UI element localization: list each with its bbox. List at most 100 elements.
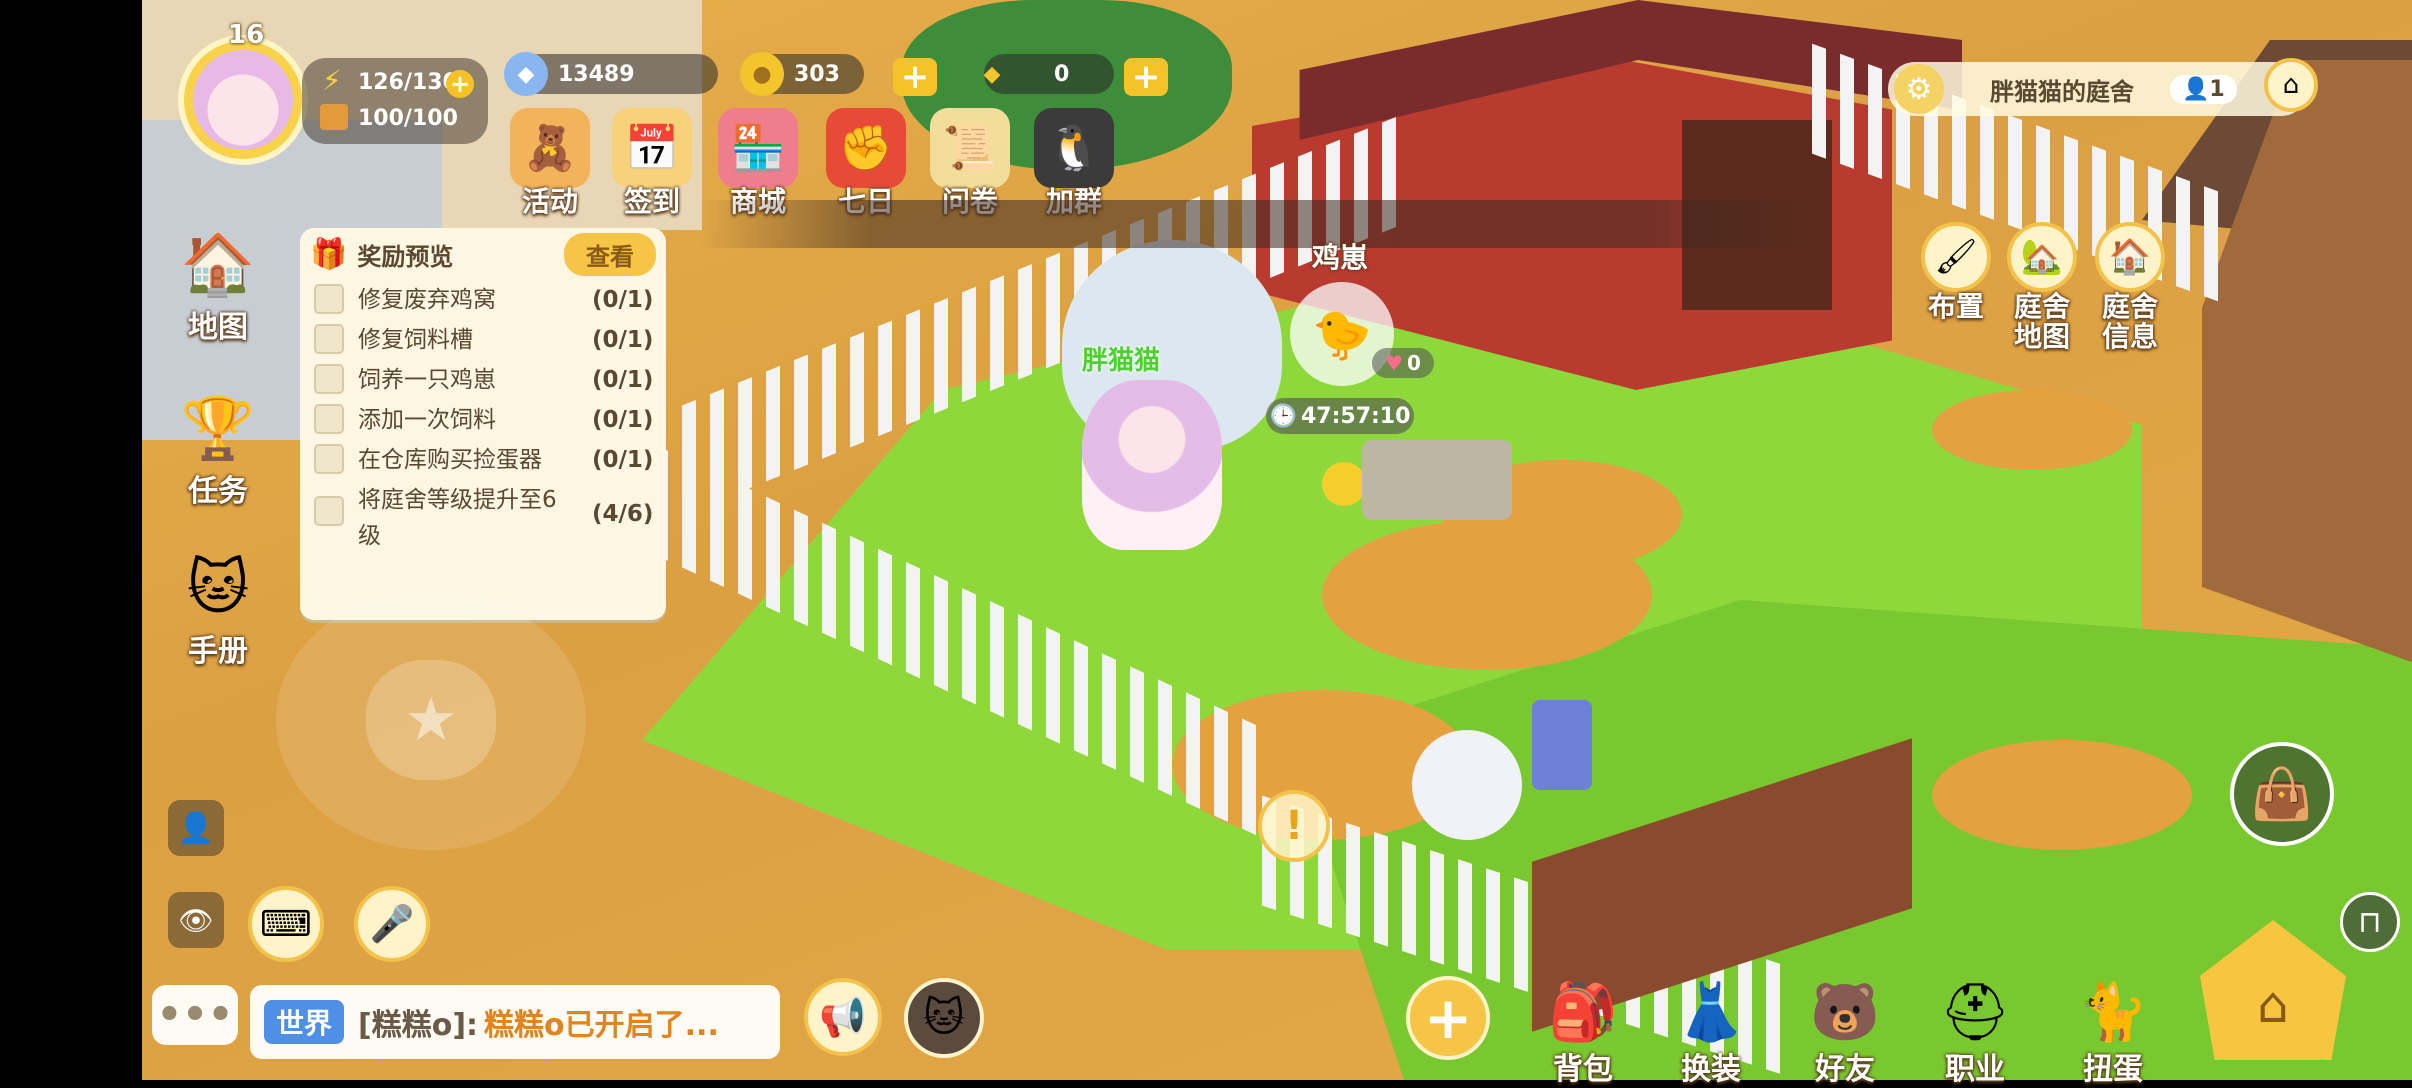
quest-row[interactable]: 在仓库购买捡蛋器 (0/1): [300, 440, 666, 480]
quest-text: 添加一次饲料: [358, 407, 496, 433]
coin-value: 303: [794, 61, 840, 87]
house-star-icon: ⌂: [2282, 70, 2300, 100]
quest-progress: (0/1): [592, 447, 654, 473]
dress-icon: 👗: [1676, 980, 1746, 1045]
backpack-button[interactable]: 🎒 背包: [1528, 972, 1638, 1088]
feed-trough[interactable]: [1362, 440, 1512, 520]
pet-button[interactable]: 🐱: [904, 978, 984, 1058]
energy-add-button[interactable]: +: [446, 70, 474, 98]
menu-activity-label: 活动: [521, 185, 578, 218]
water-pump[interactable]: [1532, 700, 1592, 790]
voice-button[interactable]: 🎤: [354, 886, 430, 962]
player-level: 16: [228, 20, 265, 50]
decorate-button[interactable]: 🖌 布置: [1906, 222, 2006, 322]
gacha-label: 扭蛋: [2083, 1052, 2143, 1087]
likes-counter: ♥ 0: [1372, 348, 1434, 378]
diamond-icon: ◆: [983, 61, 1001, 87]
fist-badge-icon: ✊: [826, 108, 906, 188]
quest-row[interactable]: 将庭舍等级提升至6级 (4/6): [300, 480, 666, 556]
likes-value: 0: [1407, 351, 1421, 375]
eye-icon: 👁: [178, 903, 214, 937]
chat-menu-button[interactable]: •••: [152, 985, 238, 1045]
courtyard-info-button[interactable]: 🏠 庭舍信息: [2080, 222, 2180, 352]
career-helmet-icon: ⛑: [1939, 980, 2011, 1045]
coop-timer: 🕒 47:57:10: [1266, 398, 1414, 434]
task-button[interactable]: 🏆 任务: [158, 380, 278, 510]
visibility-button[interactable]: 👁: [168, 892, 224, 948]
cat-icon: 🐱: [923, 995, 965, 1041]
keyboard-button[interactable]: ⌨: [248, 886, 324, 962]
coin-icon: ●: [740, 52, 784, 96]
courtyard-map-label: 庭舍地图: [2013, 290, 2070, 353]
courtyard-map-button[interactable]: 🏡 庭舍地图: [1992, 222, 2092, 352]
gem-icon: ◆: [504, 52, 548, 96]
exclamation-icon: !: [1284, 803, 1304, 849]
quest-checkbox: [314, 404, 344, 434]
quest-row[interactable]: 修复饲料槽 (0/1): [300, 320, 666, 360]
build-add-button[interactable]: +: [1406, 976, 1490, 1060]
dirt-patch: [1932, 740, 2192, 850]
watering-machine[interactable]: [1412, 730, 1522, 840]
friends-button[interactable]: 🐻 好友: [1790, 972, 1900, 1088]
dress-up-button[interactable]: 👗 换装: [1656, 972, 1766, 1088]
backpack-label: 背包: [1553, 1052, 1613, 1087]
alert-button[interactable]: !: [1258, 790, 1330, 862]
quest-text: 修复饲料槽: [358, 327, 473, 353]
handbook-button[interactable]: 🐱 手册: [158, 540, 278, 670]
diamond-value: 0: [1054, 61, 1070, 87]
player-character[interactable]: [1082, 380, 1222, 550]
gacha-button[interactable]: 🐈 扭蛋: [2058, 972, 2168, 1088]
decorate-label: 布置: [1927, 290, 1984, 323]
menu-checkin-label: 签到: [623, 185, 680, 218]
teddy-gift-icon: 🧸: [510, 108, 590, 188]
chat-bar[interactable]: 世界 [糕糕o]: 糕糕o已开启了...: [250, 985, 780, 1059]
broadcast-button[interactable]: 📢: [804, 978, 882, 1056]
courtyard-info-bar[interactable]: ⚙ 胖猫猫的庭舍 👤1: [1888, 62, 2308, 116]
timer-value: 47:57:10: [1300, 403, 1411, 429]
house-info-icon: 🏠: [2095, 222, 2165, 292]
player-name-tag: 胖猫猫: [1082, 346, 1161, 376]
menu-activity[interactable]: 🧸 活动: [502, 108, 598, 220]
quest-row[interactable]: 修复废弃鸡窝 (0/1): [300, 280, 666, 320]
diamond-add-button[interactable]: +: [1124, 58, 1168, 96]
player-avatar[interactable]: [178, 35, 308, 165]
friends-toggle-button[interactable]: 👤: [168, 800, 224, 856]
map-house-icon: 🏠: [180, 229, 256, 300]
quest-checkbox: [314, 284, 344, 314]
chat-channel[interactable]: 世界: [264, 1000, 345, 1044]
gear-icon[interactable]: ⚙: [1894, 64, 1944, 114]
dirt-patch: [1932, 390, 2132, 470]
quest-header: 🎁 奖励预览 查看: [300, 228, 666, 280]
dress-up-label: 换装: [1681, 1052, 1741, 1087]
gem-counter: ◆ 13489: [504, 52, 718, 96]
favorite-house-button[interactable]: ⌂: [2264, 58, 2318, 112]
quest-progress: (4/6): [592, 501, 654, 527]
left-letterbox: [0, 0, 142, 1080]
energy-value: 126/130: [358, 70, 458, 95]
friend-bear-icon: 🐻: [1810, 980, 1880, 1045]
quest-text: 修复废弃鸡窝: [358, 287, 496, 313]
bear-star-icon: ★: [366, 660, 496, 780]
virtual-joystick[interactable]: ★: [276, 590, 586, 850]
visitor-count: 👤1: [2170, 74, 2237, 104]
coop-banner: [700, 200, 1820, 248]
menu-checkin[interactable]: 📅 签到: [604, 108, 700, 220]
chick[interactable]: [1322, 462, 1366, 506]
house-map-icon: 🏡: [2007, 222, 2077, 292]
map-button[interactable]: 🏠 地图: [158, 216, 278, 346]
home-icon: ⌂: [2257, 976, 2289, 1034]
quest-row[interactable]: 饲养一只鸡崽 (0/1): [300, 360, 666, 400]
keyboard-icon: ⌨: [260, 903, 312, 945]
quest-text: 在仓库购买捡蛋器: [358, 447, 542, 473]
scroll-icon: 📜: [930, 108, 1010, 188]
gift-bag-button[interactable]: 👜: [2230, 742, 2334, 846]
coin-add-button[interactable]: +: [893, 58, 937, 96]
career-label: 职业: [1945, 1052, 2005, 1087]
quest-panel: 🎁 奖励预览 查看 修复废弃鸡窝 (0/1) 修复饲料槽 (0/1) 饲养一只鸡崽 (…: [300, 228, 666, 620]
quest-row[interactable]: 添加一次饲料 (0/1): [300, 400, 666, 440]
quest-text: 将庭舍等级提升至6级: [358, 487, 557, 549]
quest-checkbox: [314, 324, 344, 354]
career-button[interactable]: ⛑ 职业: [1920, 972, 2030, 1088]
quest-view-button[interactable]: 查看: [564, 232, 656, 276]
side-panel-button[interactable]: ⊓: [2340, 892, 2400, 952]
